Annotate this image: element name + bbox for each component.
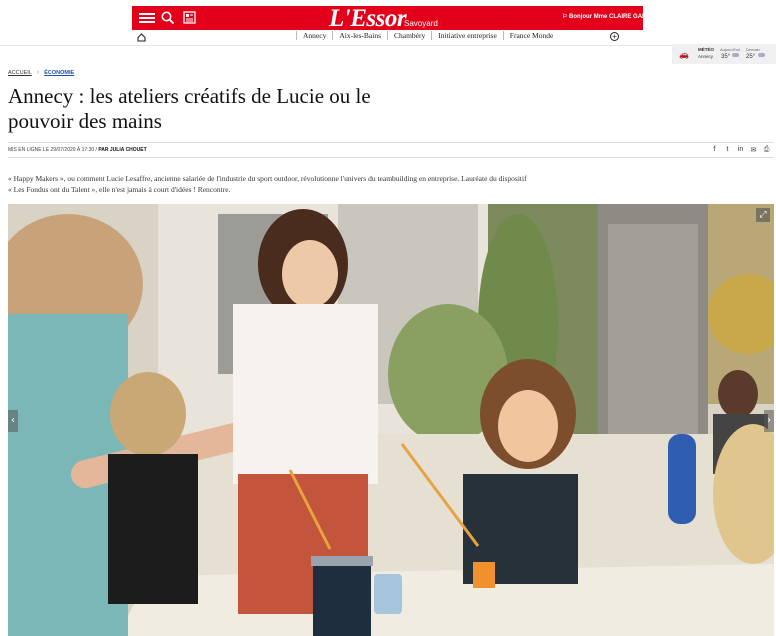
cloud-icon (758, 53, 765, 57)
nav-item-aix-les-bains[interactable]: Aix-les-Bains (332, 31, 387, 40)
nav-item-annecy[interactable]: Annecy (296, 31, 332, 40)
breadcrumb-category[interactable]: ÉCONOMIE (44, 70, 74, 76)
user-greeting[interactable]: ⚐ Bonjour Mme CLAIRE GAIDIOT (562, 13, 658, 20)
article-meta-bar: MIS EN LIGNE LE 29/07/2020 À 17:30 / PAR… (8, 142, 774, 158)
user-icon: ⚐ (562, 14, 570, 20)
print-icon[interactable]: ⎙ (763, 146, 770, 154)
nav-item-initiative-entreprise[interactable]: Initiative entreprise (431, 31, 503, 40)
gallery-prev-button[interactable]: ‹ (8, 410, 18, 432)
article-photo[interactable]: ⤢ ‹ › (8, 204, 774, 636)
linkedin-icon[interactable]: in (737, 146, 744, 154)
photo-illustration (8, 204, 774, 636)
publish-date: MIS EN LIGNE LE 29/07/2020 À 17:30 / (8, 147, 99, 153)
weather-city: Annecy (698, 54, 714, 59)
breadcrumb: ACCUEIL › ÉCONOMIE (8, 69, 74, 76)
more-icon[interactable]: + (610, 32, 619, 41)
email-icon[interactable]: ✉ (750, 146, 757, 154)
chevron-right-icon: › (36, 69, 40, 76)
search-icon[interactable] (161, 11, 177, 25)
breadcrumb-home[interactable]: ACCUEIL (8, 70, 32, 76)
twitter-icon[interactable]: t (724, 146, 731, 154)
nav-items: Annecy Aix-les-Bains Chambéry Initiative… (296, 31, 559, 40)
author-link[interactable]: PAR JULIA CHOUET (98, 147, 146, 153)
nav-item-chambery[interactable]: Chambéry (387, 31, 431, 40)
nav-divider (0, 45, 776, 46)
share-buttons: f t in ✉ ⎙ (711, 146, 770, 154)
article-title: Annecy : les ateliers créatifs de Lucie … (8, 84, 371, 133)
weather-widget[interactable]: 🚗 MÉTÉO Annecy Aujourd'hui 35° Demain 25… (672, 44, 776, 64)
menu-icon[interactable] (139, 11, 155, 25)
site-logo-sub: Savoyard (404, 19, 438, 28)
gallery-next-button[interactable]: › (764, 410, 774, 432)
main-nav: Annecy Aix-les-Bains Chambéry Initiative… (0, 30, 776, 45)
car-icon: 🚗 (679, 50, 689, 59)
article-meta: MIS EN LIGNE LE 29/07/2020 À 17:30 / PAR… (8, 147, 147, 153)
newspaper-icon[interactable] (183, 11, 199, 25)
facebook-icon[interactable]: f (711, 146, 718, 154)
user-greeting-text: Bonjour Mme CLAIRE GAIDIOT (569, 14, 659, 20)
expand-icon[interactable]: ⤢ (756, 208, 770, 222)
home-icon[interactable] (137, 33, 146, 42)
top-header: L'Essor Savoyard ⚐ Bonjour Mme CLAIRE GA… (0, 0, 776, 31)
site-logo[interactable]: L'Essor (329, 6, 407, 31)
weather-label: MÉTÉO (698, 47, 715, 52)
weather-day-today: Aujourd'hui (720, 47, 740, 52)
weather-temp-tomorrow: 25° (746, 54, 756, 60)
article-lead: « Happy Makers », ou comment Lucie Lesaf… (8, 174, 527, 194)
nav-item-france-monde[interactable]: France Monde (502, 31, 560, 40)
cloud-icon (732, 53, 739, 57)
weather-day-tomorrow: Demain (746, 47, 760, 52)
weather-temp-today: 35° (721, 54, 731, 60)
